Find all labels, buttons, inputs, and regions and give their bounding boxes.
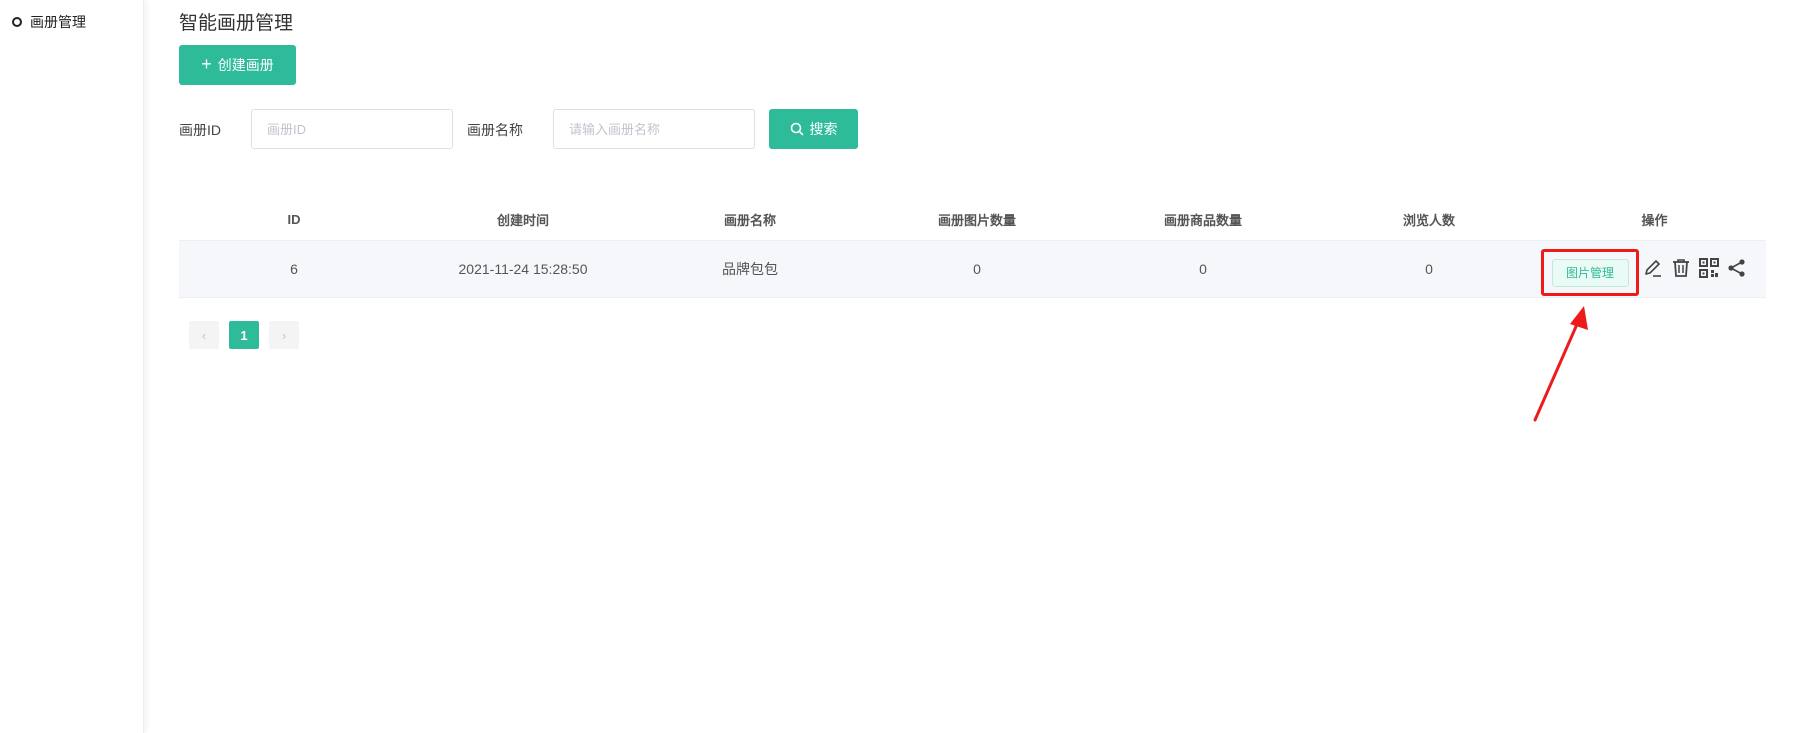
- plus-icon: +: [201, 54, 212, 74]
- column-header-name: 画册名称: [723, 212, 776, 228]
- prev-page-button[interactable]: ‹: [189, 321, 219, 349]
- cell-id: 6: [290, 261, 298, 277]
- sidebar: 画册管理: [0, 0, 144, 733]
- table-header: ID 创建时间 画册名称 画册图片数量 画册商品数量 浏览人数 操作: [179, 198, 1766, 240]
- circle-icon: [12, 17, 22, 27]
- pagination: ‹ 1 ›: [189, 321, 299, 349]
- cell-created: 2021-11-24 15:28:50: [458, 261, 588, 277]
- edit-icon[interactable]: [1641, 256, 1665, 280]
- table-row: 6 2021-11-24 15:28:50 品牌包包 0 0 0: [179, 240, 1766, 298]
- album-name-input[interactable]: [553, 109, 755, 149]
- page-title: 智能画册管理: [179, 13, 294, 34]
- column-header-image-count: 画册图片数量: [937, 212, 1016, 228]
- page-1-button[interactable]: 1: [229, 321, 259, 349]
- cell-name: 品牌包包: [722, 261, 778, 277]
- cell-image-count: 0: [973, 261, 981, 277]
- column-header-actions: 操作: [1641, 212, 1668, 228]
- column-header-created: 创建时间: [496, 212, 549, 228]
- album-table: ID 创建时间 画册名称 画册图片数量 画册商品数量 浏览人数 操作 6 202…: [179, 198, 1766, 298]
- search-button[interactable]: 搜索: [769, 109, 858, 149]
- album-id-label: 画册ID: [179, 122, 221, 138]
- delete-icon[interactable]: [1669, 256, 1693, 280]
- sidebar-item-label: 画册管理: [30, 14, 86, 30]
- create-album-button[interactable]: + 创建画册: [179, 45, 296, 85]
- column-header-id: ID: [287, 211, 301, 227]
- search-icon: [790, 122, 803, 136]
- cell-product-count: 0: [1199, 261, 1207, 277]
- next-page-button[interactable]: ›: [269, 321, 299, 349]
- create-album-label: 创建画册: [217, 57, 274, 73]
- search-label: 搜索: [809, 121, 838, 137]
- highlight-box: 图片管理: [1541, 249, 1639, 296]
- qrcode-icon[interactable]: [1697, 256, 1721, 280]
- cell-views: 0: [1425, 261, 1433, 277]
- column-header-product-count: 画册商品数量: [1163, 212, 1242, 228]
- album-id-input[interactable]: [251, 109, 453, 149]
- column-header-views: 浏览人数: [1402, 212, 1455, 228]
- album-name-label: 画册名称: [467, 122, 523, 138]
- share-icon[interactable]: [1725, 256, 1749, 280]
- image-management-button[interactable]: 图片管理: [1551, 258, 1629, 287]
- sidebar-item-album-management[interactable]: 画册管理: [12, 12, 86, 32]
